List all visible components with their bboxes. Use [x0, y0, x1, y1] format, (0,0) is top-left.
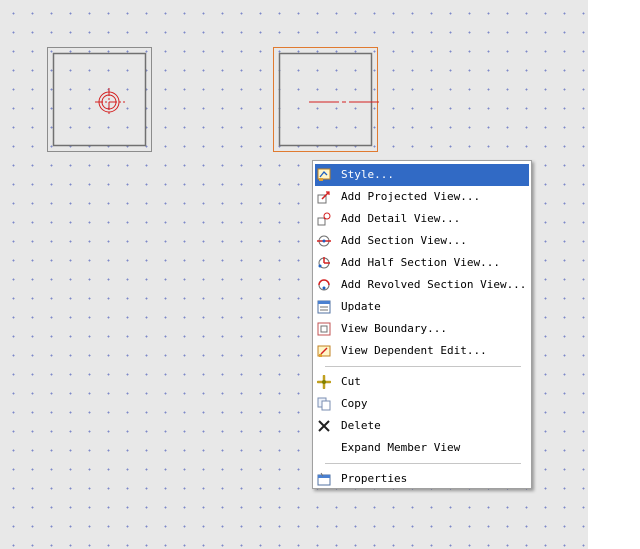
menu-item-label: Add Revolved Section View... — [341, 278, 527, 291]
menu-separator — [313, 459, 531, 468]
context-menu: Style... Add Projected View... Add Detai… — [312, 160, 532, 489]
menu-item-properties[interactable]: Properties — [313, 468, 531, 490]
menu-item-view-dependent-edit[interactable]: View Dependent Edit... — [313, 340, 531, 362]
menu-item-label: Add Half Section View... — [341, 256, 500, 269]
menu-item-label: Add Detail View... — [341, 212, 461, 225]
menu-item-view-boundary[interactable]: View Boundary... — [313, 318, 531, 340]
menu-item-add-section-view[interactable]: Add Section View... — [313, 230, 531, 252]
menu-item-copy[interactable]: Copy — [313, 393, 531, 415]
menu-item-label: Add Section View... — [341, 234, 467, 247]
menu-item-add-revolved-section-view[interactable]: Add Revolved Section View... — [313, 274, 531, 296]
detail-view-icon — [317, 212, 331, 226]
half-section-view-icon — [318, 257, 330, 269]
menu-item-label: Properties — [341, 472, 408, 485]
drawing-view-right-selected[interactable] — [273, 47, 383, 153]
menu-item-cut[interactable]: Cut — [313, 371, 531, 393]
menu-item-label: View Dependent Edit... — [341, 344, 487, 357]
update-icon — [317, 300, 331, 314]
projected-view-icon — [317, 191, 330, 204]
menu-item-add-detail-view[interactable]: Add Detail View... — [313, 208, 531, 230]
menu-item-delete[interactable]: Delete — [313, 415, 531, 437]
delete-icon — [318, 420, 330, 432]
menu-item-update[interactable]: Update — [313, 296, 531, 318]
revolved-section-view-icon — [318, 279, 330, 291]
menu-item-label: Delete — [341, 419, 381, 432]
menu-item-label: View Boundary... — [341, 322, 447, 335]
menu-item-style[interactable]: Style... — [315, 164, 529, 186]
menu-item-label: Copy — [341, 397, 368, 410]
menu-item-add-half-section-view[interactable]: Add Half Section View... — [313, 252, 531, 274]
style-icon — [317, 168, 331, 181]
cut-icon — [317, 375, 331, 389]
copy-icon — [317, 397, 331, 411]
drawing-view-left[interactable] — [47, 47, 153, 153]
menu-separator — [313, 362, 531, 371]
section-view-icon — [317, 235, 331, 247]
properties-icon — [317, 472, 331, 486]
menu-item-expand-member-view[interactable]: Expand Member View — [313, 437, 531, 459]
menu-item-label: Add Projected View... — [341, 190, 481, 203]
view-boundary-icon — [317, 322, 331, 336]
menu-item-label: Update — [341, 300, 381, 313]
dependent-edit-icon — [317, 345, 331, 357]
menu-item-label: Style... — [341, 168, 394, 181]
menu-item-label: Expand Member View — [341, 441, 461, 454]
menu-item-label: Cut — [341, 375, 361, 388]
menu-item-add-projected-view[interactable]: Add Projected View... — [313, 186, 531, 208]
